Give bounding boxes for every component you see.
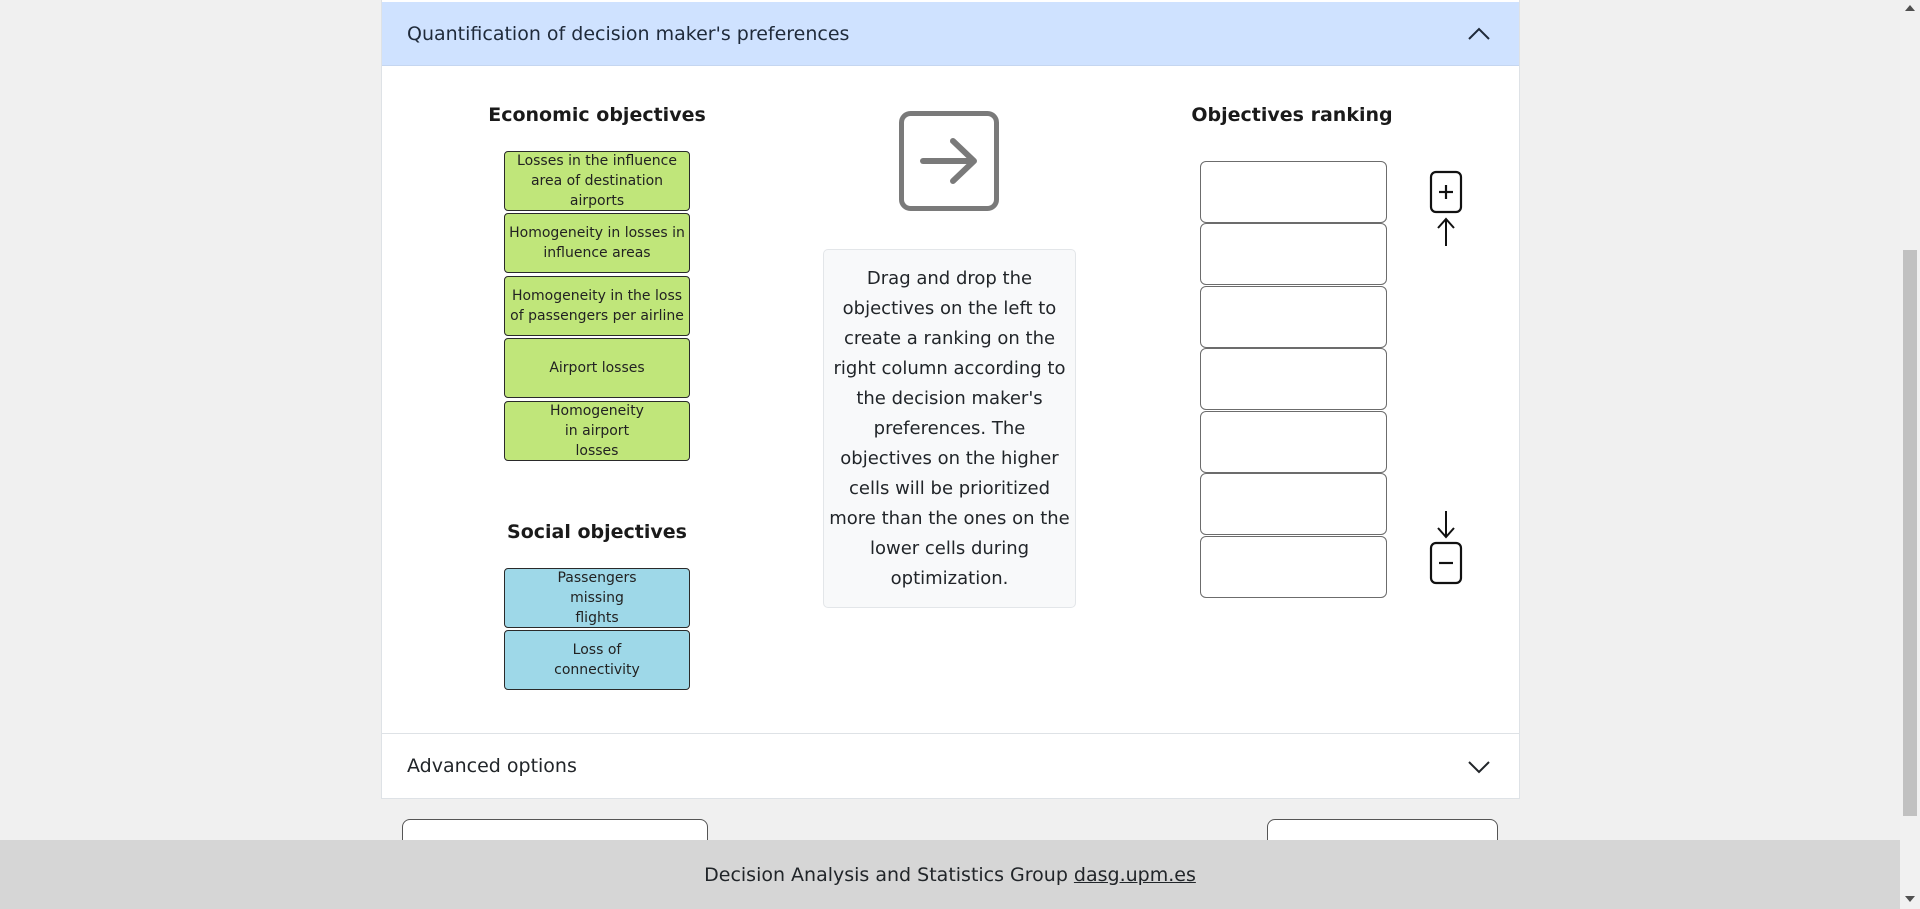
ranking-cell-1[interactable]: [1200, 161, 1387, 223]
main-panel: Quantification of decision maker's prefe…: [381, 0, 1520, 859]
preferences-accordion-header[interactable]: Quantification of decision maker's prefe…: [382, 2, 1519, 66]
chevron-down-icon[interactable]: [1467, 757, 1491, 777]
objectives-ranking-title: Objectives ranking: [1191, 104, 1393, 126]
objective-card-economic-5[interactable]: Homogeneity in airport losses: [504, 401, 690, 461]
objective-card-economic-4[interactable]: Airport losses: [504, 338, 690, 398]
objective-card-social-2[interactable]: Loss of connectivity: [504, 630, 690, 690]
objective-card-economic-1[interactable]: Losses in the influence area of destinat…: [504, 151, 690, 211]
social-objectives-title: Social objectives: [507, 521, 687, 543]
economic-objectives-title: Economic objectives: [488, 104, 706, 126]
objective-card-economic-2[interactable]: Homogeneity in losses in influence areas: [504, 213, 690, 273]
ranking-cell-6[interactable]: [1200, 473, 1387, 535]
objective-card-economic-3[interactable]: Homogeneity in the loss of passengers pe…: [504, 276, 690, 336]
scroll-up-arrow-icon[interactable]: [1905, 5, 1915, 11]
scrollbar[interactable]: [1900, 0, 1920, 909]
ranking-cell-3[interactable]: [1200, 286, 1387, 348]
objective-card-social-1[interactable]: Passengers missing flights: [504, 568, 690, 628]
footer-link[interactable]: dasg.upm.es: [1074, 864, 1196, 886]
preferences-accordion-title: Quantification of decision maker's prefe…: [407, 22, 850, 45]
footer-text: Decision Analysis and Statistics Group: [704, 863, 1068, 886]
plus-square-arrow-up-icon[interactable]: [1428, 170, 1464, 248]
footer: Decision Analysis and Statistics Group d…: [0, 840, 1900, 909]
scrollbar-thumb[interactable]: [1903, 250, 1917, 816]
scroll-down-arrow-icon[interactable]: [1905, 896, 1915, 902]
advanced-options-accordion-header[interactable]: Advanced options: [382, 733, 1519, 799]
instructions-text: Drag and drop the objectives on the left…: [829, 267, 1070, 589]
instructions-box: Drag and drop the objectives on the left…: [823, 249, 1076, 608]
chevron-up-icon[interactable]: [1467, 24, 1491, 44]
ranking-cell-7[interactable]: [1200, 536, 1387, 598]
ranking-cell-5[interactable]: [1200, 411, 1387, 473]
ranking-cell-4[interactable]: [1200, 348, 1387, 410]
arrow-right-square-icon: [899, 111, 999, 211]
page: Quantification of decision maker's prefe…: [0, 0, 1920, 909]
ranking-cell-2[interactable]: [1200, 223, 1387, 285]
arrow-down-minus-square-icon[interactable]: [1428, 510, 1464, 586]
advanced-options-title: Advanced options: [407, 755, 577, 777]
